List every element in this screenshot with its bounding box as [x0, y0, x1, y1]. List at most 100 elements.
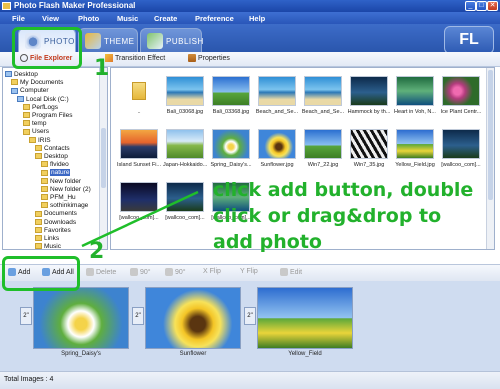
filmstrip-slide[interactable]: 2" Spring_Daisy's — [20, 285, 132, 357]
tree-node[interactable]: Music — [35, 242, 61, 250]
y-flip-button[interactable]: Y Flip — [240, 268, 258, 275]
rotate-right-button[interactable]: 90° — [165, 268, 186, 276]
tab-theme[interactable]: THEME — [78, 28, 138, 52]
photo-thumbnail[interactable] — [258, 129, 296, 159]
photo-thumbnail[interactable] — [304, 76, 342, 106]
edit-icon — [280, 268, 288, 276]
computer-icon — [11, 87, 18, 94]
app-logo: FL — [444, 26, 494, 54]
close-button[interactable]: ✕ — [487, 1, 498, 11]
tab-publish-label: PUBLISH — [166, 37, 204, 46]
thumbnail-caption: Ice Plant Centr... — [440, 109, 482, 115]
folder-icon — [23, 120, 30, 127]
maximize-button[interactable]: □ — [476, 1, 487, 11]
menu-view[interactable]: View — [42, 14, 59, 23]
slide-image[interactable] — [145, 287, 241, 349]
menu-music[interactable]: Music — [117, 14, 138, 23]
filmstrip[interactable]: 2" Spring_Daisy's 2" Sunflower 2" Yellow_Fiel… — [0, 281, 500, 371]
properties-tab[interactable]: Properties — [188, 54, 230, 62]
tree-node-label: Documents — [44, 210, 77, 218]
tree-node-label: Music — [44, 243, 61, 250]
slide-image[interactable] — [257, 287, 353, 349]
folder-icon — [35, 235, 42, 242]
photo-thumbnail[interactable] — [166, 129, 204, 159]
thumbnail-caption: Sunflower.jpg — [260, 162, 294, 168]
slide-duration: 2" — [132, 307, 144, 325]
parent-folder-icon[interactable] — [120, 76, 158, 106]
photo-thumbnail[interactable] — [258, 76, 296, 106]
slide-duration: 2" — [244, 307, 256, 325]
folder-icon — [29, 136, 36, 143]
photo-thumbnail[interactable] — [396, 129, 434, 159]
tree-scrollbar-thumb[interactable] — [101, 128, 106, 188]
folder-icon — [35, 153, 42, 160]
photo-thumbnail[interactable] — [442, 76, 480, 106]
photo-thumbnail[interactable] — [396, 76, 434, 106]
edit-button[interactable]: Edit — [280, 268, 302, 276]
menu-photo[interactable]: Photo — [78, 14, 99, 23]
menu-help[interactable]: Help — [249, 14, 265, 23]
tree-node-label: Contacts — [44, 144, 70, 152]
thumbnail-caption: Win7_22.jpg — [307, 162, 339, 168]
transition-effect-tab[interactable]: Transition Effect — [105, 54, 165, 62]
menu-create[interactable]: Create — [154, 14, 177, 23]
thumbnail-caption: [wallcoo_com]... — [165, 215, 205, 221]
thumbnail-caption: Beach_and_Se... — [255, 109, 299, 115]
rotate-left-label: 90° — [140, 268, 151, 276]
tree-node-label: temp — [32, 120, 47, 128]
slide-duration: 2" — [20, 307, 32, 325]
properties-icon — [188, 54, 196, 62]
photo-thumbnail[interactable] — [120, 182, 158, 212]
slide-caption: Yellow_Field — [288, 351, 322, 357]
x-flip-label: X Flip — [203, 268, 221, 275]
rotate-left-button[interactable]: 90° — [130, 268, 151, 276]
transition-effect-label: Transition Effect — [115, 54, 166, 62]
menu-file[interactable]: File — [12, 14, 25, 23]
folder-icon — [41, 161, 48, 168]
photo-thumbnail[interactable] — [442, 129, 480, 159]
tree-node-label: sothinkimage — [50, 202, 89, 210]
tab-publish[interactable]: PUBLISH — [140, 28, 204, 52]
tree-node-label: Downloads — [44, 218, 77, 226]
folder-icon — [41, 169, 48, 176]
slide-image[interactable] — [33, 287, 129, 349]
tree-scrollbar[interactable] — [99, 68, 107, 249]
delete-button[interactable]: Delete — [86, 268, 116, 276]
tab-theme-label: THEME — [104, 37, 135, 46]
grid-scrollbar[interactable] — [486, 68, 494, 249]
filmstrip-slide[interactable]: 2" Yellow_Field — [244, 285, 356, 357]
folder-icon — [35, 218, 42, 225]
annotation-instruction-line-2: click or drag&drop to — [213, 205, 442, 227]
folder-tree[interactable]: Desktop My Documents Computer Local Disk (C… — [2, 67, 108, 250]
thumbnail-caption: Island Sunset Fi... — [117, 162, 161, 168]
tree-node-label: PerfLogs — [32, 103, 59, 111]
tree-node-label: nature — [50, 169, 71, 177]
slide-caption: Sunflower — [179, 351, 207, 357]
app-icon — [2, 2, 11, 10]
photo-thumbnail[interactable] — [120, 129, 158, 159]
thumbnail-caption: Heart in Voh, N... — [394, 109, 436, 115]
x-flip-button[interactable]: X Flip — [203, 268, 221, 275]
menu-preference[interactable]: Preference — [195, 14, 234, 23]
tree-node-label: IRIS — [38, 136, 51, 144]
photo-thumbnail[interactable] — [304, 129, 342, 159]
folder-icon — [23, 128, 30, 135]
filmstrip-slide[interactable]: 2" Sunflower — [132, 285, 244, 357]
photo-thumbnail[interactable] — [212, 76, 250, 106]
tree-node-label: My Documents — [20, 79, 64, 87]
tree-node-label: Desktop — [44, 153, 68, 160]
grid-scrollbar-thumb[interactable] — [488, 70, 493, 200]
thumbnail-caption: [wallcoo_com]... — [441, 162, 481, 168]
slide-caption: Spring_Daisy's — [61, 351, 101, 357]
photo-thumbnail[interactable] — [166, 76, 204, 106]
tree-node-label: flvideo — [50, 161, 69, 169]
photo-thumbnail[interactable] — [350, 76, 388, 106]
photo-thumbnail[interactable] — [350, 129, 388, 159]
photo-thumbnail[interactable] — [212, 129, 250, 159]
tree-node-label: New folder — [50, 177, 82, 185]
minimize-button[interactable]: _ — [465, 1, 476, 11]
annotation-instruction-line-3: add photo — [213, 231, 322, 253]
folder-icon — [35, 210, 42, 217]
folder-icon — [23, 104, 30, 111]
folder-icon — [23, 112, 30, 119]
